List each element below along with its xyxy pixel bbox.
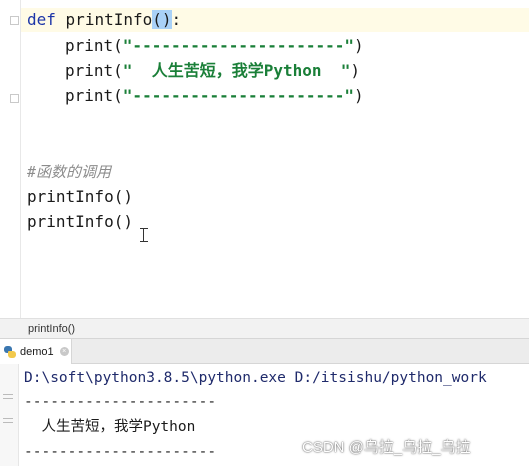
console-output-line: 人生苦短，我学Python [24,419,196,435]
string-literal: "----------------------" [122,86,354,105]
python-file-icon [4,345,16,358]
string-literal: " 人生苦短，我学Python " [122,61,351,80]
print-call: print( [65,86,123,105]
console-output-line: ---------------------- [24,394,217,410]
print-call: print( [65,61,123,80]
keyword-def: def [27,10,56,29]
code-line-call-2[interactable]: printInfo() [27,212,133,232]
editor-gutter [0,0,21,318]
console-output-line: ---------------------- [24,444,217,460]
console-toolbar-icon[interactable] [3,418,13,423]
close-paren: ) [350,61,361,80]
colon: : [171,10,182,29]
breadcrumb[interactable]: printInfo() [0,318,529,338]
print-call: print( [65,36,123,55]
paren-close: ) [161,10,172,29]
run-tab-label: demo1 [20,345,54,358]
function-name: printInfo [65,10,153,29]
code-line-print-2[interactable]: print(" 人生苦短，我学Python ") [65,61,360,81]
code-line-def[interactable]: def printInfo(): [27,10,181,30]
fold-marker-icon[interactable] [10,16,19,25]
console-command-line: D:\soft\python3.8.5\python.exe D:/itsish… [24,370,487,386]
code-line-print-1[interactable]: print("----------------------") [65,36,364,56]
console-gutter [0,364,19,466]
run-tab-bar: demo1 × [0,338,529,364]
close-paren: ) [353,86,364,105]
console-toolbar-icon[interactable] [3,394,13,399]
text-cursor-icon [140,228,148,242]
string-literal: "----------------------" [122,36,354,55]
run-tab-demo1[interactable]: demo1 × [0,339,72,364]
fold-marker-icon[interactable] [10,94,19,103]
csdn-watermark: CSDN @乌拉_乌拉_乌拉 [302,439,471,456]
code-line-print-3[interactable]: print("----------------------") [65,86,364,106]
close-paren: ) [353,36,364,55]
code-comment[interactable]: #函数的调用 [27,162,111,182]
close-icon[interactable]: × [59,347,69,356]
code-editor[interactable]: def printInfo(): print("----------------… [0,0,529,318]
paren-open: ( [152,10,162,29]
code-line-call-1[interactable]: printInfo() [27,187,133,207]
